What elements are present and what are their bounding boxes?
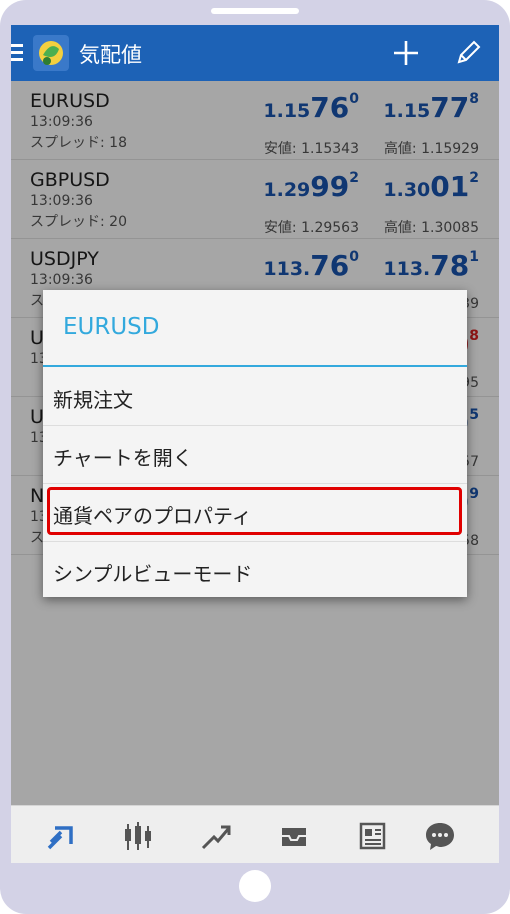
dialog-divider xyxy=(43,365,467,367)
trade-icon[interactable] xyxy=(200,820,232,852)
add-icon[interactable] xyxy=(391,38,421,68)
page-title: 気配値 xyxy=(79,43,142,67)
edit-icon[interactable] xyxy=(453,38,483,68)
menu-item-label: チャートを開く xyxy=(53,446,193,470)
home-button[interactable] xyxy=(239,870,271,902)
chart-icon[interactable] xyxy=(122,820,154,852)
bottom-nav xyxy=(11,805,499,863)
dialog-title: EURUSD xyxy=(63,314,160,340)
news-icon[interactable] xyxy=(356,820,388,852)
menu-item-new-order[interactable]: 新規注文 xyxy=(43,368,467,426)
chat-icon[interactable] xyxy=(424,820,456,852)
history-icon[interactable] xyxy=(278,820,310,852)
metatrader-logo-icon[interactable] xyxy=(33,35,69,71)
speaker-grille xyxy=(211,8,299,14)
menu-icon[interactable] xyxy=(11,44,23,62)
app-bar: 気配値 xyxy=(11,25,499,81)
context-menu-dialog: EURUSD 新規注文 チャートを開く 通貨ペアのプロパティ シンプルビューモー… xyxy=(43,290,467,597)
menu-item-open-chart[interactable]: チャートを開く xyxy=(43,426,467,484)
highlight-box xyxy=(47,487,462,535)
menu-item-simple-view[interactable]: シンプルビューモード xyxy=(43,542,467,599)
menu-item-label: シンプルビューモード xyxy=(53,562,253,586)
menu-item-label: 新規注文 xyxy=(53,388,133,412)
quotes-icon[interactable] xyxy=(45,820,77,852)
phone-frame: 気配値 EURUSD 13:09:36 スプレッド: 18 1.15760 1.… xyxy=(0,0,510,914)
